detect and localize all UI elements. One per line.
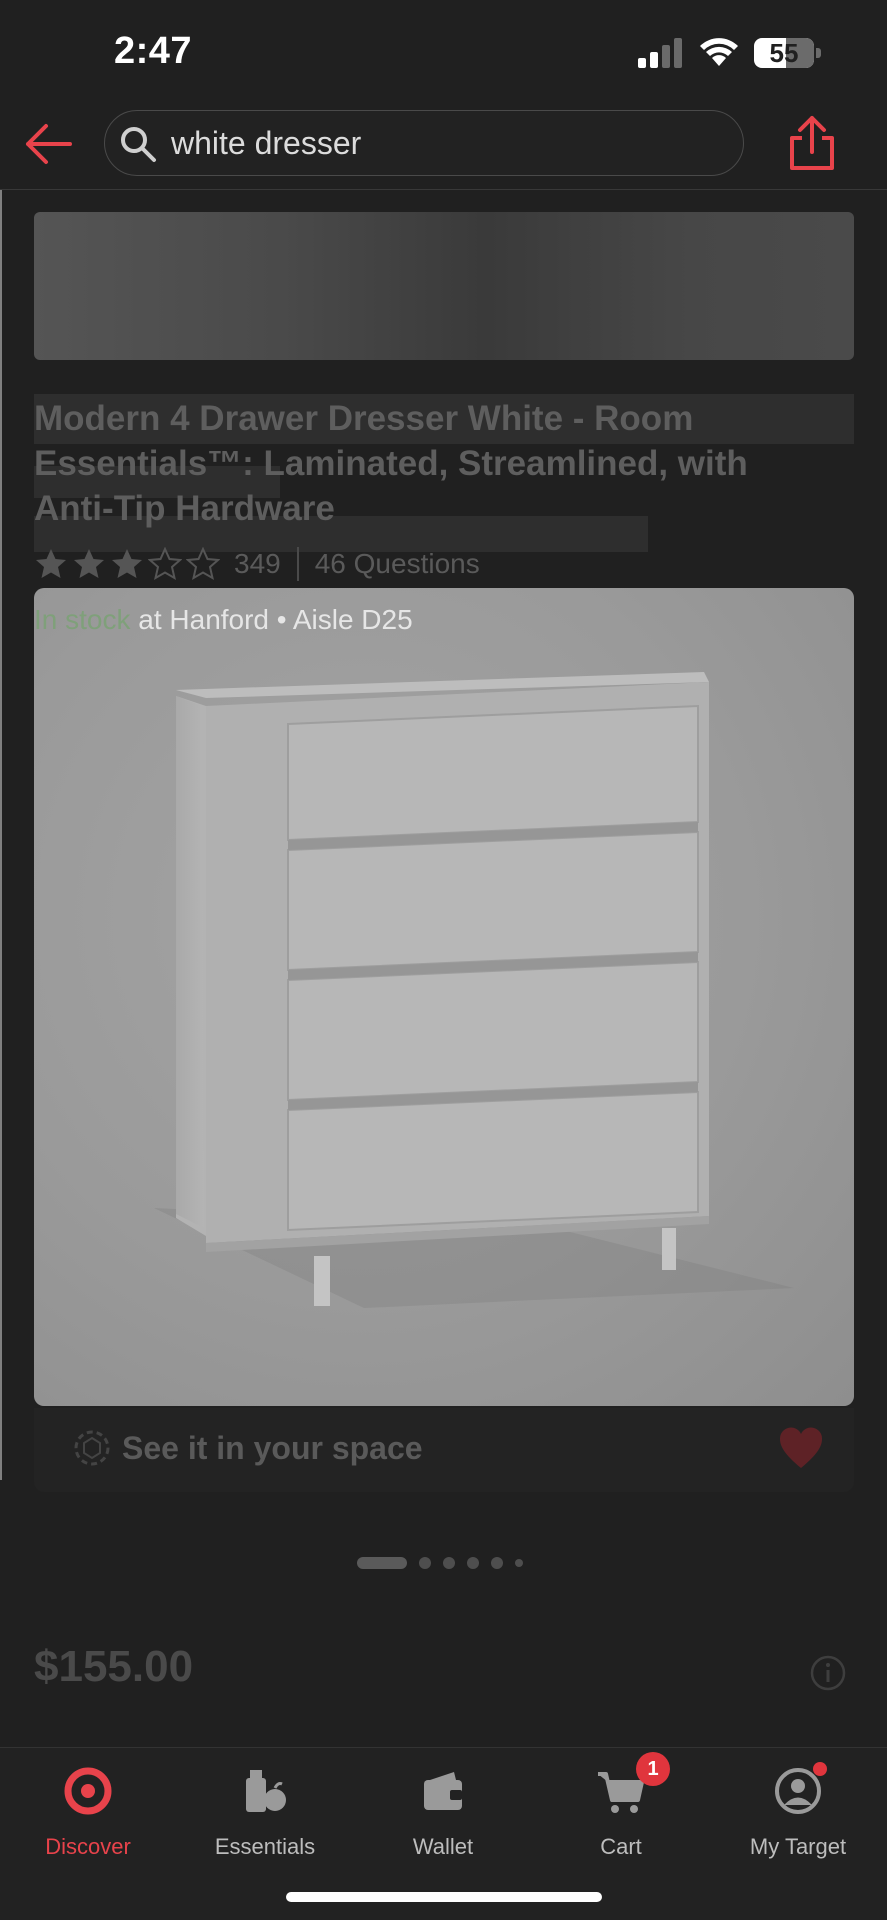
tab-label: Essentials: [214, 1834, 316, 1859]
carousel-dot[interactable]: [467, 1557, 479, 1569]
tab-discover[interactable]: Discover: [3, 1766, 173, 1876]
questions-link[interactable]: 46 Questions: [315, 548, 480, 580]
ar-cube-icon: [74, 1430, 110, 1466]
notification-dot: [813, 1762, 827, 1776]
stock-availability[interactable]: In stock at Hanford • Aisle D25: [34, 604, 413, 636]
tab-label: Cart: [600, 1834, 642, 1859]
cellular-signal-icon: [638, 38, 682, 68]
rating-row[interactable]: 349 46 Questions: [34, 546, 480, 582]
battery-nub: [816, 48, 821, 58]
status-time: 2:47: [114, 30, 193, 72]
battery-indicator: 55: [754, 38, 822, 68]
search-input[interactable]: white dresser: [104, 110, 744, 176]
tab-label: Discover: [45, 1834, 131, 1859]
store-location: at Hanford • Aisle D25: [130, 604, 413, 635]
tab-cart[interactable]: 1 Cart: [536, 1752, 706, 1876]
product-price: $155.00: [34, 1642, 194, 1691]
wallet-icon: [424, 1772, 462, 1810]
star-filled-icon: [74, 549, 104, 578]
tab-essentials[interactable]: Essentials: [180, 1766, 350, 1876]
star-rating: [34, 547, 220, 581]
carousel-dot[interactable]: [515, 1559, 523, 1567]
back-arrow-icon[interactable]: [22, 118, 74, 170]
info-icon[interactable]: [810, 1655, 846, 1691]
carousel-dot[interactable]: [443, 1557, 455, 1569]
star-empty-icon: [186, 547, 220, 581]
home-indicator: [286, 1892, 602, 1902]
star-filled-icon: [36, 549, 66, 578]
ar-view-bar[interactable]: See it in your space: [34, 1408, 854, 1492]
tab-wallet[interactable]: Wallet: [358, 1766, 528, 1876]
tab-label: Wallet: [412, 1834, 474, 1859]
status-bar: 2:47 55: [0, 0, 887, 100]
screen-edge-artifact: [0, 190, 2, 1480]
carousel-dot[interactable]: [419, 1557, 431, 1569]
product-title: Modern 4 Drawer Dresser White - Room Ess…: [34, 399, 748, 528]
search-icon: [121, 127, 156, 162]
image-carousel-indicator[interactable]: [357, 1557, 523, 1569]
wifi-icon: [700, 38, 738, 66]
top-nav: white dresser: [0, 100, 887, 190]
rating-count: 349: [234, 548, 281, 579]
divider: [296, 547, 299, 581]
tab-my-target[interactable]: My Target: [713, 1762, 883, 1876]
carousel-dot-active[interactable]: [357, 1557, 407, 1569]
loading-placeholder: [34, 212, 854, 360]
favorite-heart-icon[interactable]: [778, 1426, 824, 1470]
star-empty-icon: [148, 547, 182, 581]
ar-view-label: See it in your space: [122, 1430, 423, 1466]
essentials-icon: [246, 1770, 286, 1812]
stock-status: In stock: [34, 604, 131, 635]
dresser-illustration: [154, 672, 794, 1308]
carousel-dot[interactable]: [491, 1557, 503, 1569]
cart-count-badge: 1: [636, 1752, 670, 1786]
battery-level: 55: [769, 38, 799, 68]
share-icon[interactable]: [788, 114, 836, 172]
product-image[interactable]: [34, 588, 854, 1406]
star-filled-icon: [112, 549, 142, 578]
search-query: white dresser: [171, 125, 362, 161]
tab-label: My Target: [749, 1834, 847, 1859]
target-bullseye-icon: [64, 1767, 112, 1815]
